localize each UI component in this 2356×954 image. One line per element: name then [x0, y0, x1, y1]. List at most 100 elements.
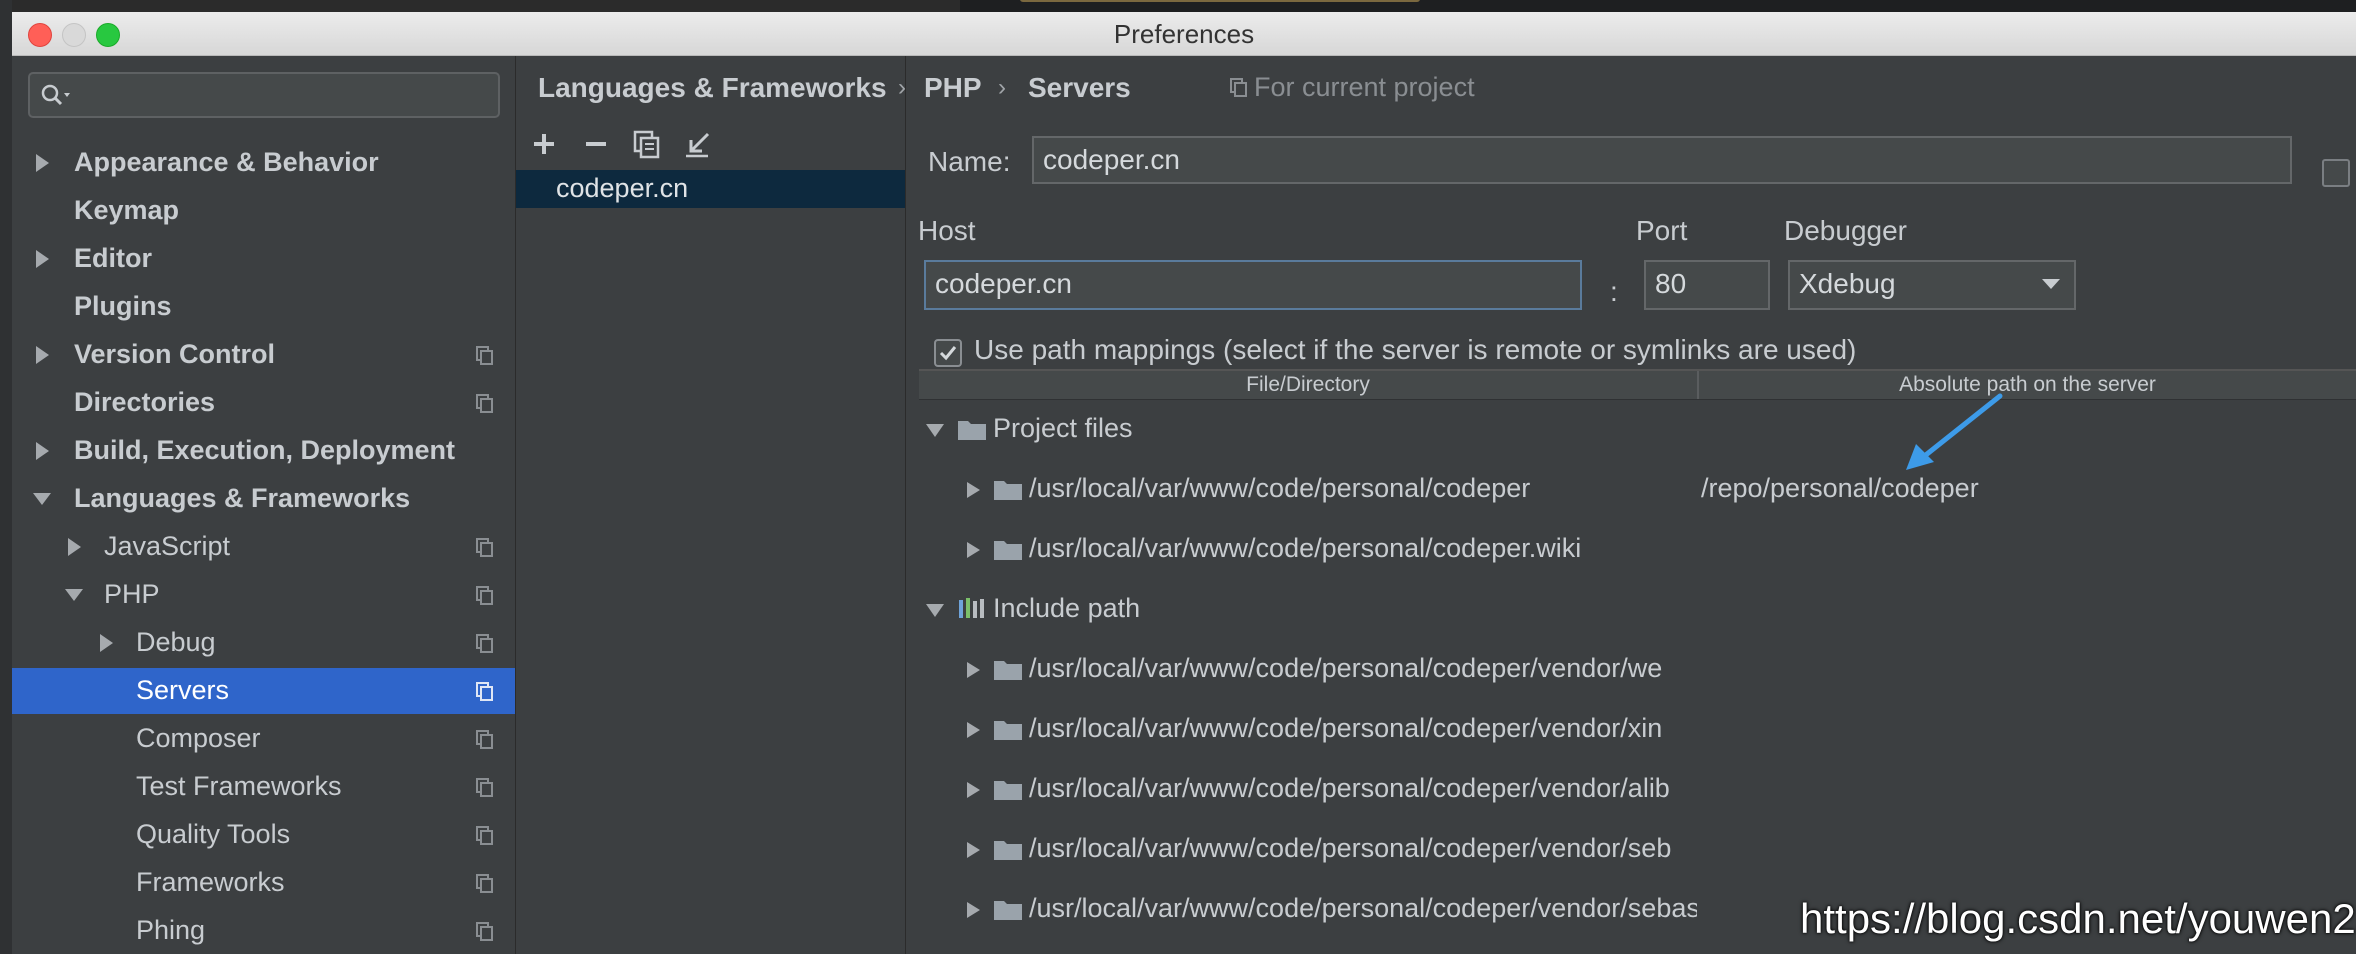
expanded-arrow-icon[interactable]: [925, 600, 945, 620]
sidebar-item-label: Servers: [136, 675, 230, 705]
debugger-label: Debugger: [1784, 215, 1907, 246]
sidebar-item[interactable]: Build, Execution, Deployment: [12, 428, 515, 474]
collapsed-arrow-icon[interactable]: [963, 900, 983, 920]
mapping-row[interactable]: /usr/local/var/www/code/personal/codeper…: [919, 765, 2356, 811]
server-item-codeper[interactable]: codeper.cn: [516, 170, 905, 208]
collapsed-arrow-icon[interactable]: [963, 720, 983, 740]
scope-label: For current project: [1254, 72, 1475, 102]
sidebar-item[interactable]: Quality Tools: [12, 812, 515, 858]
sidebar-item-label: PHP: [104, 579, 160, 609]
port-input[interactable]: 80: [1644, 260, 1770, 310]
breadcrumb-separator: ›: [998, 74, 1006, 101]
path-mappings-table: File/Directory Absolute path on the serv…: [919, 369, 2356, 954]
mapping-group-label: Project files: [993, 413, 1133, 443]
mapping-row[interactable]: /usr/local/var/www/code/personal/codeper…: [919, 705, 2356, 751]
chevron-down-icon: [2042, 279, 2060, 289]
sidebar-item[interactable]: Version Control: [12, 332, 515, 378]
local-path: /usr/local/var/www/code/personal/codeper…: [1029, 713, 1663, 743]
mapping-row[interactable]: /usr/local/var/www/code/personal/codeper…: [919, 465, 2356, 511]
expanded-arrow-icon[interactable]: [925, 420, 945, 440]
expanded-arrow-icon[interactable]: [32, 487, 52, 511]
mapping-cell: /usr/local/var/www/code/personal/codeper…: [919, 825, 1697, 871]
mapping-row[interactable]: /usr/local/var/www/code/personal/codeper…: [919, 525, 2356, 571]
sidebar-item-label: Languages & Frameworks: [74, 483, 411, 513]
sidebar-item[interactable]: Keymap: [12, 188, 515, 234]
sidebar-item[interactable]: Languages & Frameworks: [12, 476, 515, 522]
mapping-row[interactable]: /usr/local/var/www/code/personal/codeper…: [919, 645, 2356, 691]
project-scope-icon: [476, 586, 493, 605]
local-path: /usr/local/var/www/code/personal/codeper…: [1029, 893, 1697, 923]
column-header-file-directory[interactable]: File/Directory: [919, 371, 1697, 399]
sidebar-item[interactable]: Plugins: [12, 284, 515, 330]
remove-icon[interactable]: [580, 128, 612, 160]
breadcrumb-php: PHP: [924, 72, 982, 103]
sidebar-item-label: Frameworks: [136, 867, 285, 897]
collapsed-arrow-icon[interactable]: [963, 480, 983, 500]
settings-search-input[interactable]: [28, 72, 500, 118]
window-title: Preferences: [1113, 19, 1255, 49]
server-name-input[interactable]: codeper.cn: [1032, 136, 2292, 184]
mapping-row[interactable]: /usr/local/var/www/code/personal/codeper…: [919, 825, 2356, 871]
collapsed-arrow-icon[interactable]: [963, 840, 983, 860]
mapping-cell: Project files: [919, 405, 1697, 451]
settings-sidebar: Appearance & Behavior Keymap Editor Plugins…: [12, 56, 516, 954]
sidebar-item-label: Quality Tools: [136, 819, 291, 849]
sidebar-item-label: Debug: [136, 627, 216, 657]
project-scope-icon: [476, 826, 493, 845]
sidebar-item-label: Keymap: [74, 195, 180, 225]
debugger-value: Xdebug: [1799, 268, 1896, 299]
collapsed-arrow-icon[interactable]: [32, 151, 52, 175]
collapsed-arrow-icon[interactable]: [32, 247, 52, 271]
shared-checkbox[interactable]: [2322, 159, 2350, 187]
sidebar-item[interactable]: Phing: [12, 908, 515, 954]
project-scope-icon: [476, 922, 493, 941]
annotation-arrow-icon: [1906, 393, 2003, 470]
add-icon[interactable]: [528, 128, 560, 160]
expanded-arrow-icon[interactable]: [64, 583, 84, 607]
collapsed-arrow-icon[interactable]: [64, 535, 84, 559]
mapping-cell: /usr/local/var/www/code/personal/codeper: [919, 465, 1697, 511]
breadcrumb-servers: Servers: [1028, 72, 1131, 103]
use-path-mappings-checkbox[interactable]: [934, 339, 962, 367]
sidebar-item[interactable]: JavaScript: [12, 524, 515, 570]
collapsed-arrow-icon[interactable]: [963, 540, 983, 560]
collapsed-arrow-icon[interactable]: [96, 631, 116, 655]
port-label: Port: [1636, 215, 1688, 246]
copy-icon[interactable]: [630, 128, 662, 160]
sidebar-item[interactable]: Servers: [12, 668, 515, 714]
local-path: /usr/local/var/www/code/personal/codeper…: [1029, 773, 1670, 803]
background-editor: [960, 0, 2356, 12]
sidebar-item-label: Directories: [74, 387, 216, 417]
sidebar-item-label: Composer: [136, 723, 261, 753]
mapping-cell: Include path: [919, 585, 1697, 631]
folder-icon: [994, 541, 1022, 560]
server-path[interactable]: /repo/personal/codeper: [1701, 473, 1979, 504]
project-scope-icon: [476, 538, 493, 557]
local-path: /usr/local/var/www/code/personal/codeper…: [1029, 833, 1672, 863]
debugger-select[interactable]: Xdebug: [1788, 260, 2076, 310]
host-input[interactable]: codeper.cn: [924, 260, 1582, 310]
column-header-server-path[interactable]: Absolute path on the server: [1699, 371, 2356, 399]
breadcrumb-languages: Languages & Frameworks: [538, 72, 887, 103]
folder-icon: [994, 481, 1022, 500]
collapsed-arrow-icon[interactable]: [963, 660, 983, 680]
folder-icon: [994, 661, 1022, 680]
mapping-group-row[interactable]: Project files: [919, 405, 2356, 451]
sidebar-item[interactable]: PHP: [12, 572, 515, 618]
collapsed-arrow-icon[interactable]: [963, 780, 983, 800]
sidebar-item[interactable]: Directories: [12, 380, 515, 426]
sidebar-item[interactable]: Editor: [12, 236, 515, 282]
folder-icon: [958, 421, 986, 440]
sidebar-item[interactable]: Frameworks: [12, 860, 515, 906]
sidebar-item[interactable]: Appearance & Behavior: [12, 140, 515, 186]
mapping-group-label: Include path: [993, 593, 1141, 623]
project-scope-icon: [476, 778, 493, 797]
collapsed-arrow-icon[interactable]: [32, 439, 52, 463]
mapping-cell: /usr/local/var/www/code/personal/codeper…: [919, 885, 1697, 931]
sidebar-item[interactable]: Composer: [12, 716, 515, 762]
sidebar-item[interactable]: Debug: [12, 620, 515, 666]
mapping-group-row[interactable]: Include path: [919, 585, 2356, 631]
collapsed-arrow-icon[interactable]: [32, 343, 52, 367]
import-icon[interactable]: [682, 128, 714, 160]
sidebar-item[interactable]: Test Frameworks: [12, 764, 515, 810]
